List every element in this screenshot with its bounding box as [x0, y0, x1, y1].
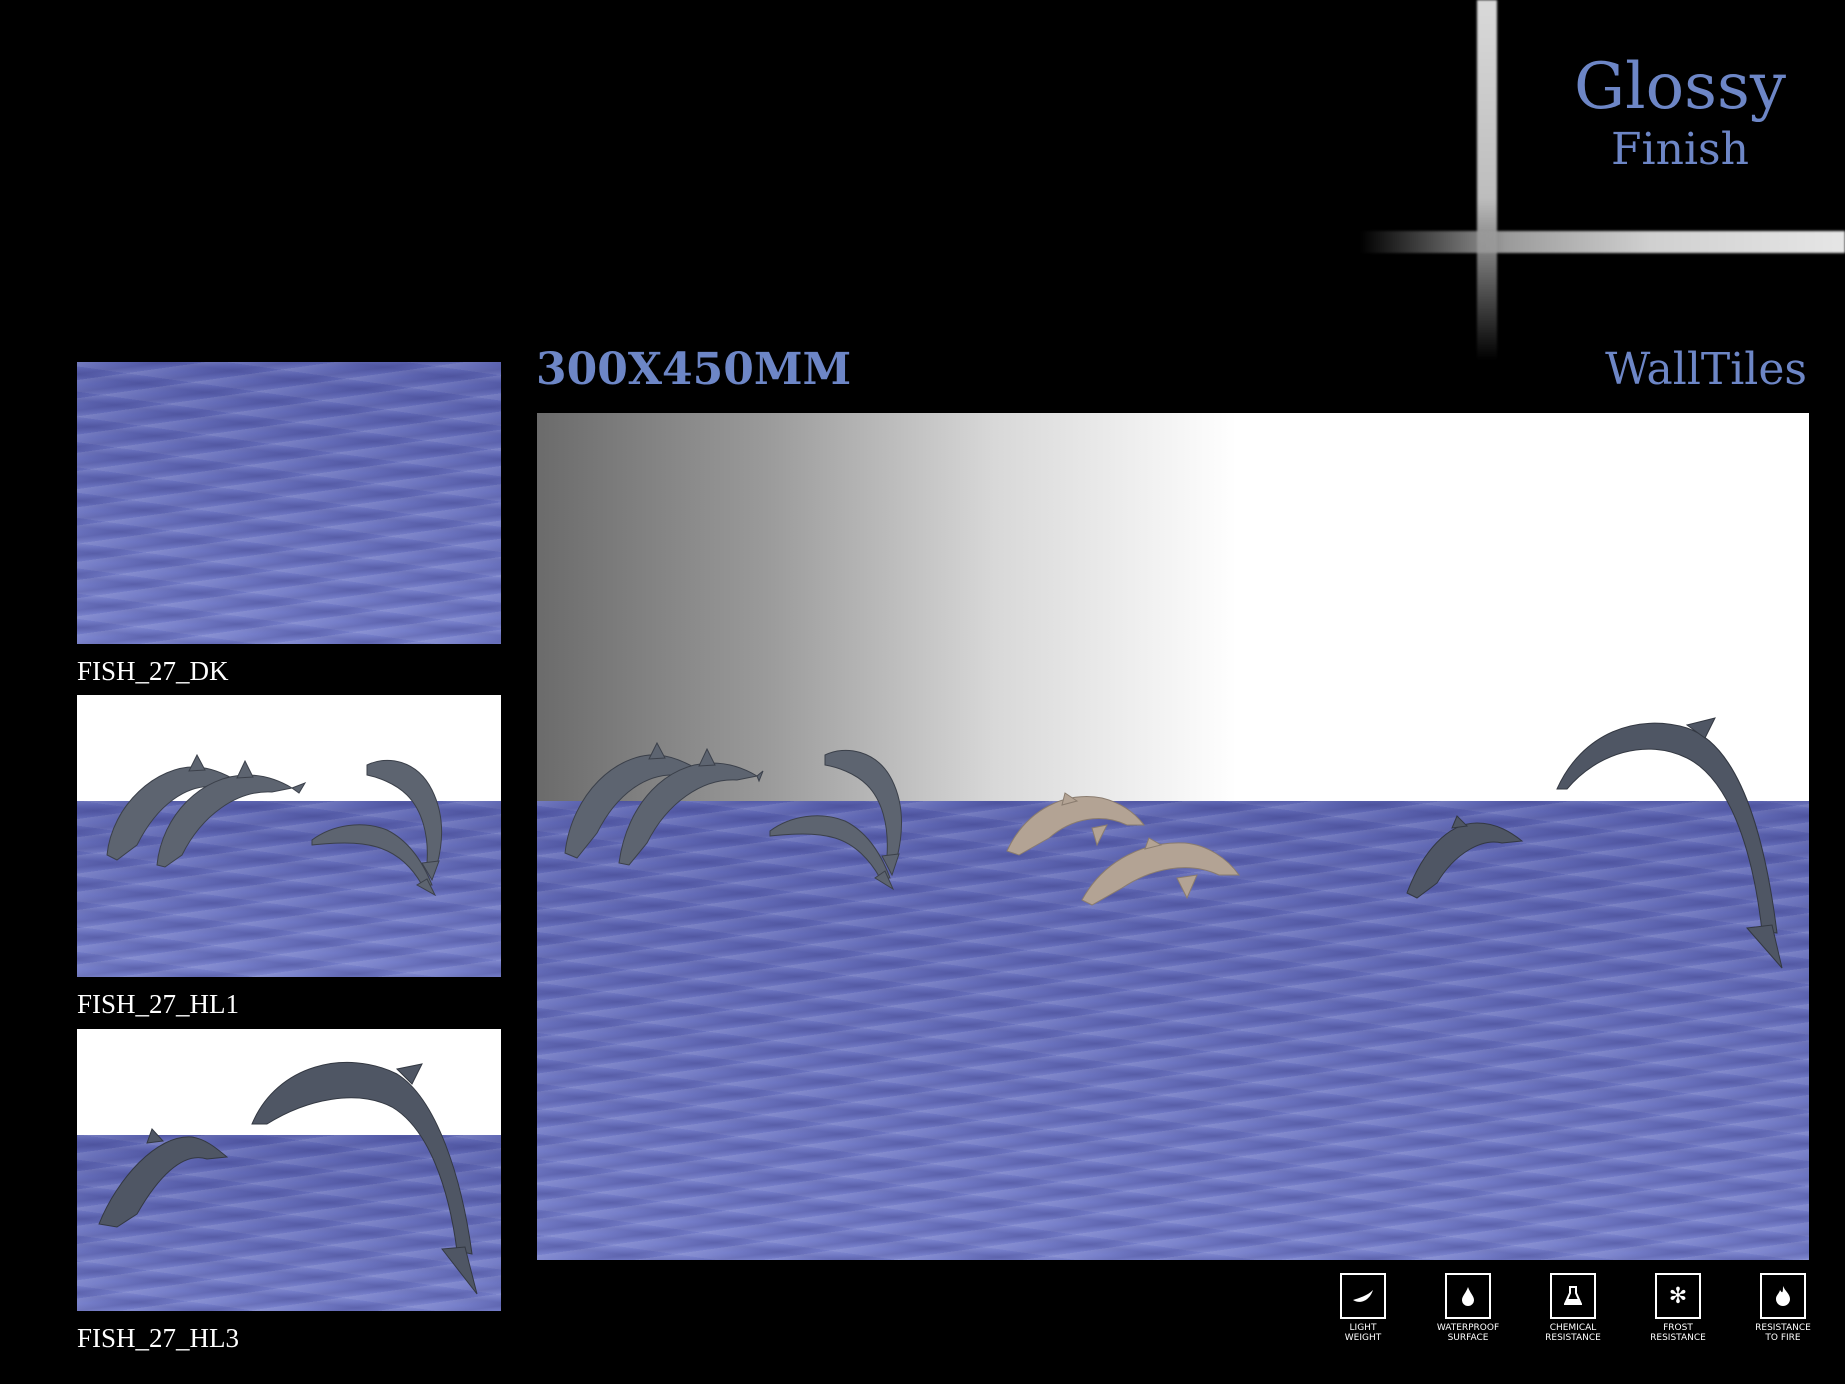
thumbnail-hl3[interactable] — [77, 1029, 501, 1311]
snowflake-icon: ✻ — [1655, 1273, 1701, 1319]
category-label: WallTiles — [1605, 344, 1807, 395]
thumbnail-dk[interactable] — [77, 362, 501, 644]
feather-icon — [1340, 1273, 1386, 1319]
flask-icon — [1550, 1273, 1596, 1319]
thumbnail-caption-dk: FISH_27_DK — [77, 656, 229, 686]
light-streak-horizontal — [1360, 231, 1845, 253]
feature-label: FROST RESISTANCE — [1650, 1323, 1706, 1343]
tile-size-label: 300X450MM — [536, 344, 852, 395]
main-dolphins-illustration — [564, 717, 1783, 969]
feature-chemical: CHEMICAL RESISTANCE — [1528, 1273, 1618, 1343]
finish-title: Glossy — [1574, 50, 1786, 124]
feature-fire: RESISTANCE TO FIRE — [1738, 1273, 1828, 1343]
flame-icon — [1760, 1273, 1806, 1319]
feature-frost: ✻ FROST RESISTANCE — [1633, 1273, 1723, 1343]
thumbnail-caption-hl3: FISH_27_HL3 — [77, 1323, 240, 1353]
finish-subtitle: Finish — [1611, 124, 1749, 175]
dolphin-group-illustration — [106, 753, 442, 897]
feature-light-weight: LIGHT WEIGHT — [1318, 1273, 1408, 1343]
feature-waterproof: WATERPROOF SURFACE — [1423, 1273, 1513, 1343]
thumbnail-caption-hl1: FISH_27_HL1 — [77, 989, 240, 1019]
dolphin-pair-illustration — [98, 1061, 478, 1295]
feature-label: WATERPROOF SURFACE — [1436, 1323, 1500, 1343]
feature-label: LIGHT WEIGHT — [1344, 1323, 1382, 1343]
thumbnail-hl1[interactable] — [77, 695, 501, 977]
feature-label: CHEMICAL RESISTANCE — [1545, 1323, 1601, 1343]
light-streak-vertical — [1477, 0, 1497, 360]
water-drop-icon — [1445, 1273, 1491, 1319]
main-tile-preview[interactable] — [537, 413, 1809, 1260]
feature-label: RESISTANCE TO FIRE — [1755, 1323, 1811, 1343]
